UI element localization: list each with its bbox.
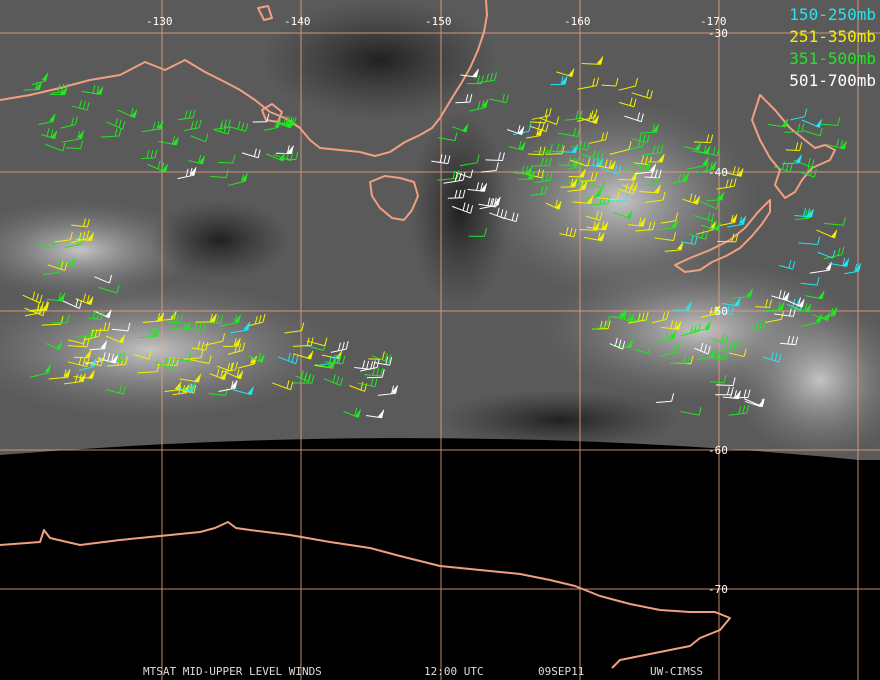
lon-label-170: -170 bbox=[700, 15, 727, 28]
legend-entry-251-350: 251-350mb bbox=[789, 27, 876, 46]
legend-entry-501-700: 501-700mb bbox=[789, 71, 876, 90]
satellite-map bbox=[0, 0, 880, 680]
lat-label-30: -30 bbox=[708, 27, 728, 40]
lat-label-50: -50 bbox=[708, 305, 728, 318]
valid-time: 12:00 UTC bbox=[424, 665, 484, 678]
credit: UW-CIMSS bbox=[650, 665, 703, 678]
lat-label-40: -40 bbox=[708, 166, 728, 179]
lat-label-60: -60 bbox=[708, 444, 728, 457]
legend-entry-351-500: 351-500mb bbox=[789, 49, 876, 68]
valid-date: 09SEP11 bbox=[538, 665, 585, 678]
lon-label-140: -140 bbox=[284, 15, 311, 28]
lat-label-70: -70 bbox=[708, 583, 728, 596]
night-side bbox=[0, 438, 880, 680]
lon-label-160: -160 bbox=[564, 15, 591, 28]
product-name: MTSAT MID-UPPER LEVEL WINDS bbox=[143, 665, 322, 678]
lon-label-150: -150 bbox=[425, 15, 452, 28]
legend-entry-150-250: 150-250mb bbox=[789, 5, 876, 24]
lon-label-130: -130 bbox=[146, 15, 173, 28]
pressure-legend: 150-250mb 251-350mb 351-500mb 501-700mb bbox=[789, 4, 876, 92]
